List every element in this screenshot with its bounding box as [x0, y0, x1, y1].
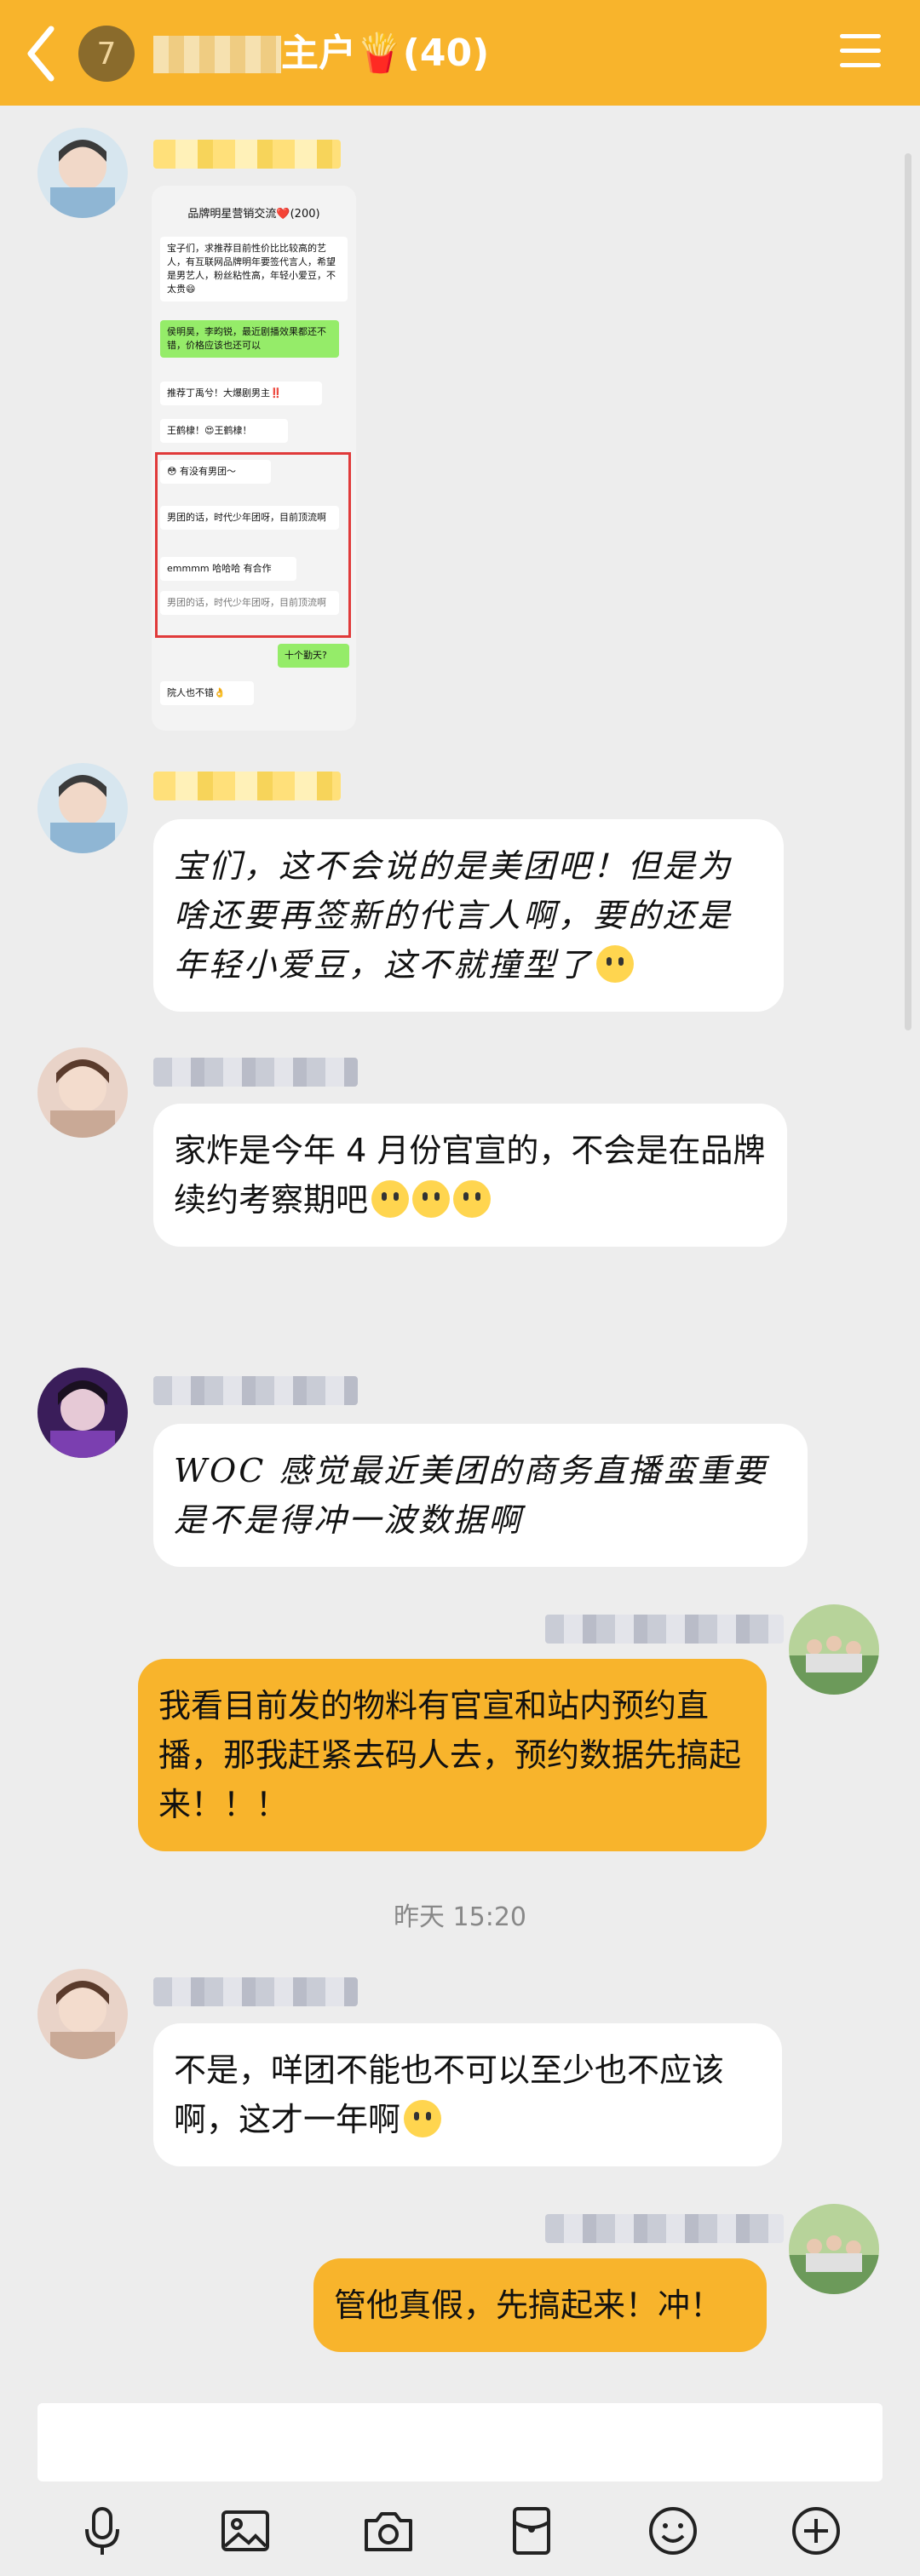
screenshot-message: 十个勤天? — [278, 644, 349, 668]
image-icon[interactable] — [218, 2504, 273, 2558]
message-bubble[interactable]: 宝们，这不会说的是美团吧！但是为啥还要再签新的代言人啊，要的还是年轻小爱豆，这不… — [153, 819, 784, 1012]
message-text: 不是，咩团不能也不可以至少也不应该啊，这才一年啊 — [174, 2051, 725, 2138]
avatar[interactable] — [37, 1368, 128, 1458]
chat-header: 7 主户🍟(40) — [0, 0, 920, 106]
screenshot-message: 宝子们，求推荐目前性价比比较高的艺人，有互联网品牌明年要签代言人，希望是男艺人，… — [160, 237, 348, 301]
message-text: 管他真假，先搞起来！冲！ — [334, 2286, 723, 2324]
avatar[interactable] — [789, 2204, 879, 2294]
message-input[interactable] — [37, 2403, 883, 2481]
message-bubble-self[interactable]: 我看目前发的物料有官宣和站内预约直播，那我赶紧去码人去，预约数据先搞起来！！！ — [138, 1659, 767, 1851]
scrollbar[interactable] — [905, 153, 911, 1030]
message-text: 宝们，这不会说的是美团吧！但是为啥还要再签新的代言人啊，要的还是年轻小爱豆，这不… — [174, 847, 733, 984]
plus-icon[interactable] — [789, 2504, 843, 2558]
avatar[interactable] — [37, 128, 128, 218]
crying-emoji-icon — [404, 2100, 442, 2137]
screenshot-message: 推荐丁禹兮！大爆剧男主‼️ — [160, 382, 322, 405]
message-bubble[interactable]: WOC 感觉最近美团的商务直播蛮重要 是不是得冲一波数据啊 — [153, 1424, 808, 1567]
screenshot-title: 品牌明星营销交流❤️(200) — [187, 208, 320, 221]
message-text: 我看目前发的物料有官宣和站内预约直播，那我赶紧去码人去，预约数据先搞起来！！！ — [158, 1687, 742, 1823]
flushed-emoji-icon — [371, 1180, 410, 1218]
avatar[interactable] — [37, 1969, 128, 2059]
smile-emoji-icon — [596, 945, 635, 983]
sender-name-blurred — [153, 1977, 358, 2006]
screenshot-message: 王鹤棣！😍王鹤棣！ — [160, 419, 288, 443]
message-text: WOC 感觉最近美团的商务直播蛮重要 是不是得冲一波数据啊 — [174, 1452, 768, 1539]
camera-icon[interactable] — [361, 2504, 416, 2558]
avatar[interactable] — [789, 1604, 879, 1695]
group-name-blurred — [153, 36, 281, 73]
message-bubble[interactable]: 家炸是今年 4 月份官宣的，不会是在品牌续约考察期吧 — [153, 1104, 787, 1247]
unread-count-badge: 7 — [78, 26, 135, 82]
sender-name-blurred — [153, 1058, 358, 1087]
avatar[interactable] — [37, 763, 128, 853]
menu-icon[interactable] — [840, 34, 881, 68]
screenshot-message: 院人也不错👌 — [160, 681, 254, 705]
back-icon[interactable] — [24, 24, 58, 83]
sender-name-blurred — [153, 772, 341, 800]
group-title: 主户🍟(40) — [281, 32, 490, 75]
screenshot-message: 侯明昊，李昀锐，最近剧播效果都还不错，价格应该也还可以 — [160, 320, 339, 358]
message-bubble[interactable]: 不是，咩团不能也不可以至少也不应该啊，这才一年啊 — [153, 2023, 782, 2166]
shared-screenshot-image[interactable]: 品牌明星营销交流❤️(200) 宝子们，求推荐目前性价比比较高的艺人，有互联网品… — [152, 186, 356, 731]
sender-name-blurred — [153, 1376, 358, 1405]
sender-name-blurred — [545, 1615, 784, 1644]
message-bubble-self[interactable]: 管他真假，先搞起来！冲！ — [313, 2258, 767, 2352]
flushed-emoji-icon — [412, 1180, 451, 1218]
flushed-emoji-icon — [453, 1180, 492, 1218]
emoji-icon[interactable] — [646, 2504, 700, 2558]
timestamp: 昨天 15:20 — [394, 1902, 526, 1932]
sender-name-blurred — [545, 2214, 784, 2243]
avatar[interactable] — [37, 1047, 128, 1138]
microphone-icon[interactable] — [75, 2504, 129, 2558]
red-packet-icon[interactable] — [504, 2504, 559, 2558]
sender-name-blurred — [153, 140, 341, 169]
highlight-box — [155, 452, 351, 638]
